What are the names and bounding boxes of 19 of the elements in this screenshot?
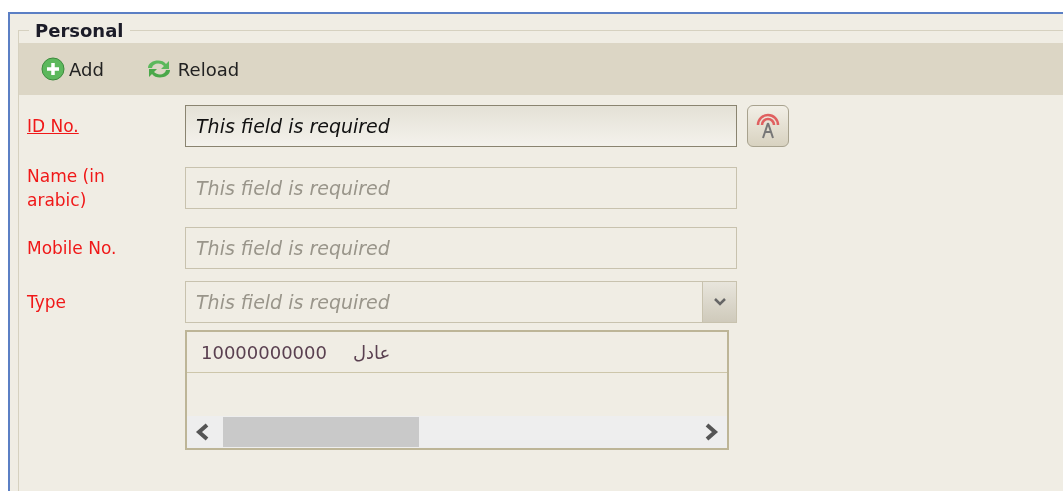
plus-icon: [41, 57, 65, 81]
list-cell: عادل: [353, 341, 391, 363]
caret-icon: [713, 298, 726, 306]
scrollbar-thumb[interactable]: [223, 417, 419, 447]
reload-button[interactable]: Reload: [143, 56, 240, 82]
lookup-button[interactable]: [747, 105, 789, 147]
dropdown-button[interactable]: [702, 282, 736, 322]
field-label: Mobile No.: [27, 237, 118, 260]
field-label: Type: [27, 291, 68, 314]
add-button[interactable]: Add: [41, 57, 104, 81]
input-field[interactable]: This field is required: [185, 227, 737, 269]
antenna-icon: [754, 111, 782, 141]
input-field[interactable]: This field is required: [185, 167, 737, 209]
input-field[interactable]: This field is required: [185, 105, 737, 147]
field-label[interactable]: ID No.: [27, 114, 147, 138]
field-label: Name (in arabic): [27, 165, 106, 212]
panel-title: Personal: [34, 20, 125, 41]
horizontal-scrollbar[interactable]: [187, 416, 727, 448]
list-cell: 10000000000: [201, 341, 327, 363]
